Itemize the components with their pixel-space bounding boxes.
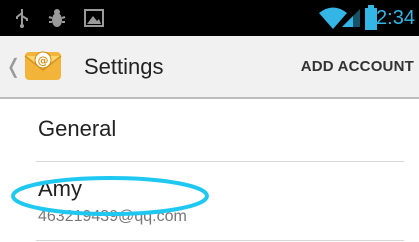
account-email: 463219439@qq.com <box>38 208 187 225</box>
email-app-icon[interactable]: @ <box>23 46 63 86</box>
list-item-label: General <box>38 116 117 141</box>
up-navigation-icon[interactable]: ❬ <box>5 54 22 80</box>
image-notification-icon <box>84 9 104 27</box>
action-bar: ❬ @ Settings ADD ACCOUNT <box>0 36 419 99</box>
usb-icon <box>16 9 28 28</box>
list-item-account[interactable]: Amy 463219439@qq.com <box>36 162 404 241</box>
signal-icon <box>342 9 360 27</box>
page-title: Settings <box>84 54 164 79</box>
account-name: Amy <box>38 176 82 201</box>
svg-text:@: @ <box>38 54 49 67</box>
add-account-button[interactable]: ADD ACCOUNT <box>301 58 414 76</box>
list-item-general[interactable]: General <box>36 99 404 162</box>
status-bar: 12:34 <box>0 0 419 36</box>
debug-bug-icon <box>48 9 66 27</box>
status-time: 12:34 <box>364 7 415 29</box>
